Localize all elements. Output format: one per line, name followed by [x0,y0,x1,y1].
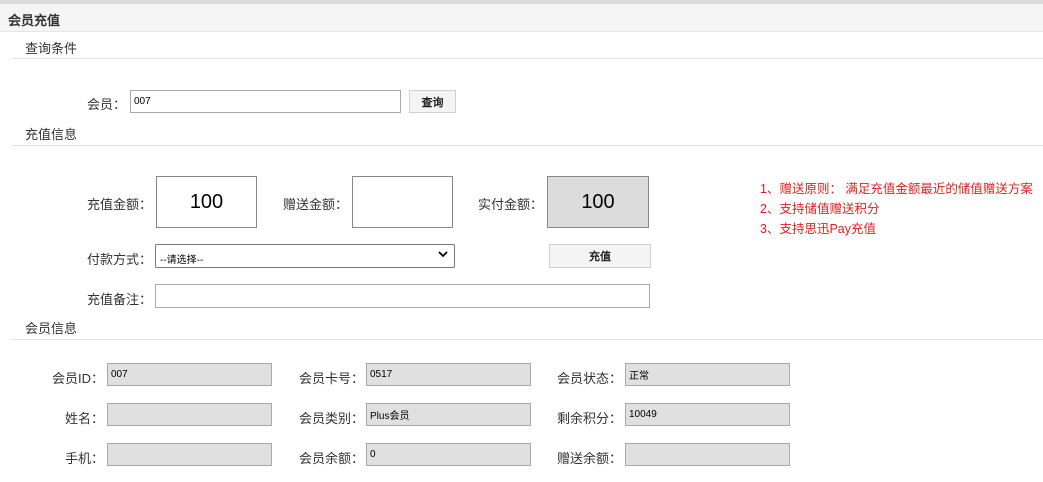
query-section-title: 查询条件 [25,41,78,56]
search-button[interactable]: 查询 [409,90,456,113]
payment-method-selected: --请选择-- [160,255,204,266]
query-section-divider [12,58,1043,59]
member-search-input[interactable] [130,90,401,113]
member-id-field [107,363,272,386]
recharge-remark-input[interactable] [155,284,650,308]
actual-amount-field [547,176,649,228]
recharge-section-divider [12,145,1043,146]
member-category-label: 会员类别： [298,411,364,426]
phone-field [107,443,272,466]
points-field [625,403,790,426]
payment-method-label: 付款方式： [86,252,152,267]
balance-label: 会员余额： [298,451,364,466]
member-status-field [625,363,790,386]
member-label: 会员： [86,97,126,112]
title-bar: 会员充值 [0,4,1043,32]
card-no-field [366,363,531,386]
phone-label: 手机： [64,451,104,466]
card-no-label: 会员卡号： [298,371,364,386]
member-info-section-divider [12,339,1043,340]
note-item: 2、支持储值赠送积分 [760,202,880,216]
gift-balance-field [625,443,790,466]
recharge-amount-input[interactable] [156,176,257,228]
actual-amount-label: 实付金额： [477,197,543,212]
gift-amount-input[interactable] [352,176,453,228]
balance-field [366,443,531,466]
member-info-section-title: 会员信息 [25,321,78,336]
chevron-down-icon [438,251,448,258]
member-category-field [366,403,531,426]
member-status-label: 会员状态： [556,371,622,386]
payment-method-select[interactable]: --请选择-- [155,244,455,268]
gift-balance-label: 赠送余额： [556,451,622,466]
gift-amount-label: 赠送金额： [282,197,348,212]
recharge-amount-label: 充值金额： [86,197,152,212]
name-label: 姓名： [64,411,104,426]
member-id-label: 会员ID： [51,371,104,386]
name-field [107,403,272,426]
points-label: 剩余积分： [556,411,622,426]
note-item: 1、赠送原则： 满足充值金额最近的储值赠送方案 [760,182,1033,196]
page-title: 会员充值 [8,13,61,28]
recharge-section-title: 充值信息 [25,127,78,142]
note-item: 3、支持思迅Pay充值 [760,222,876,236]
recharge-remark-label: 充值备注： [86,292,152,307]
recharge-submit-button[interactable]: 充值 [549,244,651,268]
